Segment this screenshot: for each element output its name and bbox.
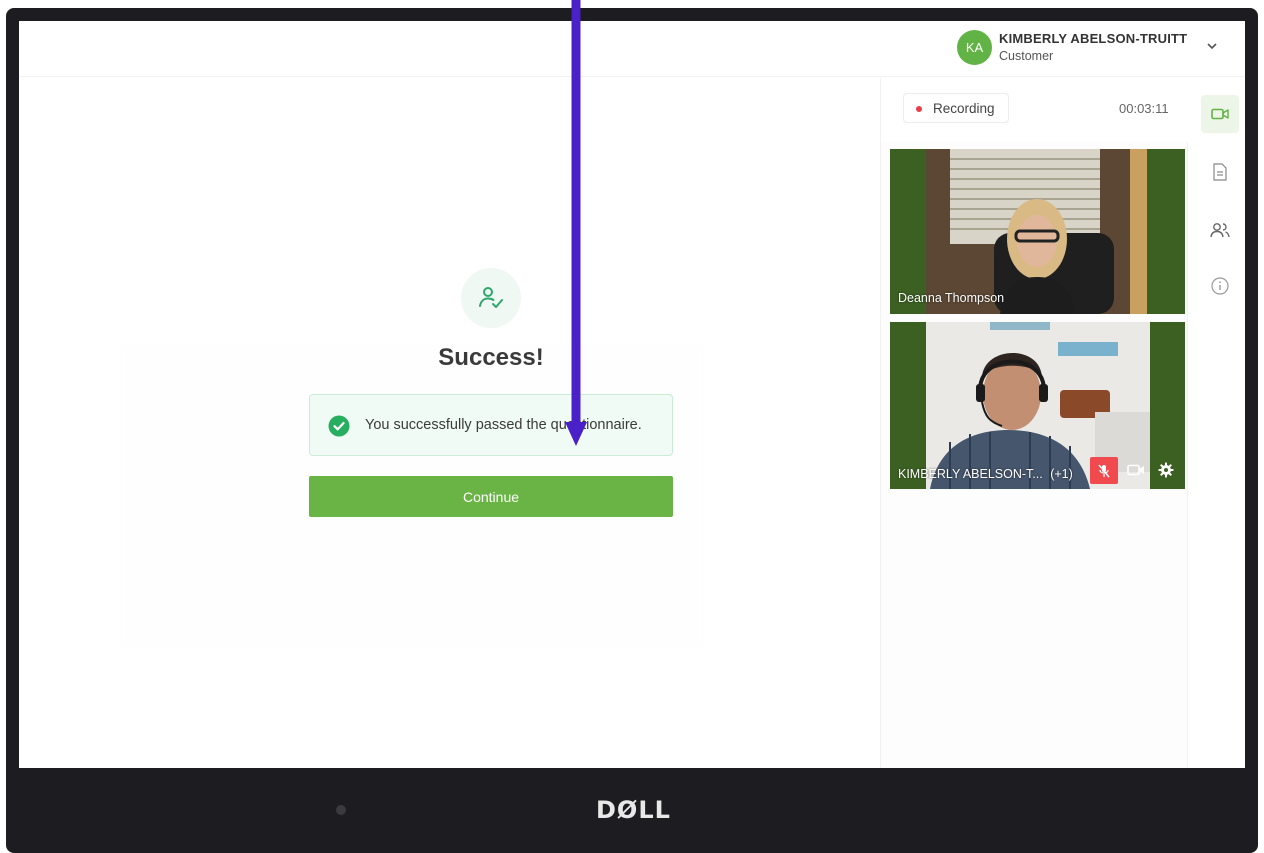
- dell-logo: DØLL: [596, 796, 671, 824]
- participant-name: Deanna Thompson: [898, 291, 1005, 305]
- participants-tab[interactable]: [1201, 211, 1239, 249]
- app-screen: KA KIMBERLY ABELSON-TRUITT Customer Succ…: [19, 21, 1245, 768]
- avatar[interactable]: KA: [957, 30, 992, 65]
- webcam-icon: [336, 805, 346, 815]
- documents-tab[interactable]: [1201, 153, 1239, 191]
- participant-name: KIMBERLY ABELSON-T... (+1): [898, 467, 1073, 481]
- participant-extra-count: (+1): [1050, 467, 1073, 481]
- user-role: Customer: [999, 49, 1054, 63]
- video-tab[interactable]: [1201, 95, 1239, 133]
- recording-label: Recording: [933, 101, 995, 116]
- alert-message: You successfully passed the questionnair…: [365, 417, 642, 433]
- participant-video-feed: [890, 149, 1185, 314]
- mic-off-button[interactable]: [1090, 457, 1118, 484]
- document-icon: [1213, 163, 1227, 181]
- top-bar: KA KIMBERLY ABELSON-TRUITT Customer: [19, 21, 1245, 77]
- side-rail: [1189, 78, 1245, 768]
- annotation-arrow-icon: [565, 0, 587, 446]
- info-icon: [1211, 277, 1229, 295]
- main-content: Success! You successfully passed the que…: [19, 78, 880, 768]
- settings-button[interactable]: [1156, 460, 1176, 480]
- camera-button[interactable]: [1126, 460, 1146, 480]
- participant-name-text: KIMBERLY ABELSON-T...: [898, 467, 1043, 481]
- user-name: KIMBERLY ABELSON-TRUITT: [999, 31, 1188, 46]
- call-timer: 00:03:11: [1119, 101, 1169, 116]
- success-alert: You successfully passed the questionnair…: [309, 394, 673, 456]
- users-icon: [1210, 223, 1230, 238]
- info-tab[interactable]: [1201, 267, 1239, 305]
- gear-icon: [1158, 462, 1174, 478]
- video-panel: Recording 00:03:11 Deanna Thompson KIMBE…: [880, 78, 1189, 768]
- mic-off-icon: [1098, 464, 1110, 477]
- video-tile[interactable]: KIMBERLY ABELSON-T... (+1): [890, 322, 1185, 489]
- panel-header: Recording 00:03:11: [881, 78, 1189, 142]
- recording-dot-icon: [916, 106, 922, 112]
- video-tile[interactable]: Deanna Thompson: [890, 149, 1185, 314]
- continue-button[interactable]: Continue: [309, 476, 673, 517]
- video-camera-icon: [1211, 108, 1229, 120]
- recording-badge: Recording: [903, 93, 1009, 123]
- user-check-icon: [461, 268, 521, 328]
- check-circle-icon: [328, 415, 350, 437]
- chevron-down-icon[interactable]: [1204, 38, 1220, 54]
- video-camera-icon: [1127, 464, 1144, 476]
